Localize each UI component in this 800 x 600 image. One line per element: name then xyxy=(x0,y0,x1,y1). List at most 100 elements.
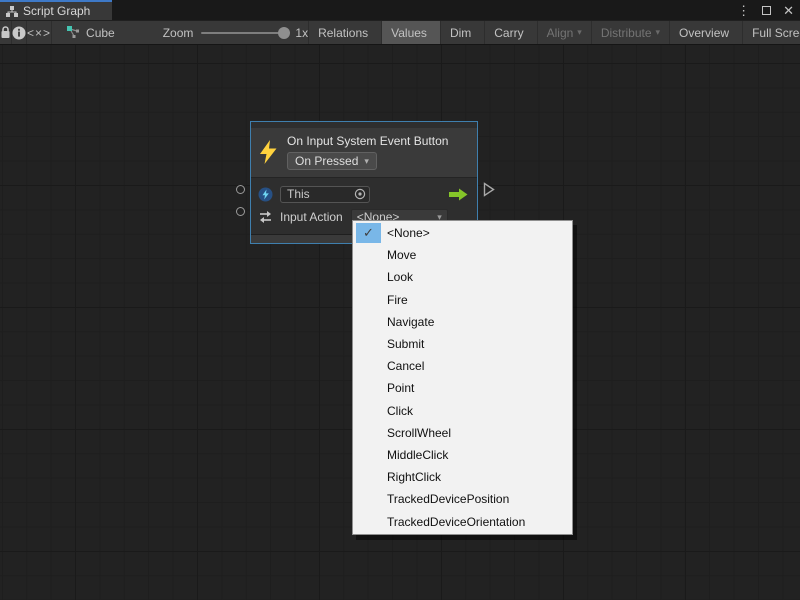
toolbar-button[interactable]: Overview xyxy=(669,21,742,44)
dropdown-item-label: Submit xyxy=(387,337,424,351)
toolbar-button-label: Relations xyxy=(318,26,368,40)
chevron-down-icon: ▾ xyxy=(364,156,369,167)
flow-arrow-icon xyxy=(449,188,468,201)
toolbar-buttons: Relations Values Dim Carry xyxy=(308,21,800,44)
dropdown-item-label: ScrollWheel xyxy=(387,426,451,440)
check-icon xyxy=(356,489,381,509)
dropdown-item-label: TrackedDeviceOrientation xyxy=(387,515,525,529)
toolbar-button[interactable]: Carry xyxy=(484,21,536,44)
check-icon xyxy=(356,312,381,332)
trigger-dropdown[interactable]: On Pressed ▾ xyxy=(287,152,377,170)
check-icon xyxy=(356,290,381,310)
code-icon: <×> xyxy=(27,26,51,40)
trigger-label: On Pressed xyxy=(295,154,358,168)
close-icon[interactable]: ✕ xyxy=(783,4,794,17)
event-bolt-icon xyxy=(259,139,278,165)
dropdown-item-label: Cancel xyxy=(387,359,424,373)
input-action-dropdown-menu: ✓ <None> Move Look Fire Navigate xyxy=(352,220,573,535)
dropdown-menu-item[interactable]: Submit xyxy=(353,333,572,355)
dropdown-item-label: Move xyxy=(387,248,416,262)
dropdown-menu-item[interactable]: ✓ <None> xyxy=(353,222,572,244)
check-icon xyxy=(356,378,381,398)
check-icon xyxy=(356,423,381,443)
dropdown-item-label: Click xyxy=(387,404,413,418)
toolbar-button[interactable]: Relations xyxy=(308,21,381,44)
toolbar-button-label: Distribute xyxy=(601,26,652,40)
dropdown-item-label: TrackedDevicePosition xyxy=(387,492,509,506)
kebab-menu-icon[interactable]: ⋮ xyxy=(737,4,750,17)
graph-toolbar: <×> Cube Zoom 1x Relat xyxy=(0,20,800,45)
node-title: On Input System Event Button xyxy=(287,134,448,148)
input-action-input-port[interactable] xyxy=(236,207,245,216)
zoom-label: Zoom xyxy=(163,26,194,40)
check-icon xyxy=(356,356,381,376)
info-icon xyxy=(12,26,26,40)
graph-breadcrumb[interactable]: Cube xyxy=(52,21,129,44)
toolbar-button[interactable]: Full Screen xyxy=(742,21,800,44)
dropdown-item-label: <None> xyxy=(387,226,430,240)
check-icon: ✓ xyxy=(356,223,381,243)
flow-output-slot xyxy=(449,188,468,201)
toolbar-button-label: Overview xyxy=(679,26,729,40)
check-icon xyxy=(356,512,381,532)
gameobject-bolt-icon xyxy=(258,187,273,202)
chevron-down-icon: ▾ xyxy=(656,27,661,38)
dropdown-item-label: Point xyxy=(387,381,414,395)
lock-button[interactable] xyxy=(0,21,12,44)
input-action-swap-icon xyxy=(258,210,273,224)
dropdown-item-label: MiddleClick xyxy=(387,448,448,462)
dropdown-menu-item[interactable]: TrackedDevicePosition xyxy=(353,488,572,510)
dropdown-item-label: Look xyxy=(387,270,413,284)
object-picker-icon[interactable] xyxy=(354,188,366,200)
info-button[interactable] xyxy=(12,21,27,44)
input-action-label: Input Action xyxy=(280,210,343,224)
check-icon xyxy=(356,245,381,265)
dropdown-menu-item[interactable]: Look xyxy=(353,266,572,288)
zoom-control: Zoom 1x xyxy=(129,21,308,44)
graph-hierarchy-icon xyxy=(6,6,18,17)
breadcrumb-label: Cube xyxy=(86,26,115,40)
check-icon xyxy=(356,467,381,487)
check-icon xyxy=(356,334,381,354)
dropdown-menu-item[interactable]: MiddleClick xyxy=(353,444,572,466)
dropdown-menu-item[interactable]: Move xyxy=(353,244,572,266)
dropdown-item-label: Fire xyxy=(387,293,408,307)
code-preview-button[interactable]: <×> xyxy=(27,21,52,44)
check-icon xyxy=(356,401,381,421)
dropdown-menu-item[interactable]: Point xyxy=(353,377,572,399)
dropdown-menu-item[interactable]: Click xyxy=(353,400,572,422)
toolbar-button[interactable]: Distribute ▾ xyxy=(591,21,669,44)
dropdown-menu-item[interactable]: Navigate xyxy=(353,311,572,333)
toolbar-button-label: Align xyxy=(547,26,574,40)
dropdown-menu-item[interactable]: Cancel xyxy=(353,355,572,377)
tab-bar: Script Graph ⋮ ✕ xyxy=(0,0,800,20)
this-input-port[interactable] xyxy=(236,185,245,194)
zoom-value: 1x xyxy=(295,26,308,40)
graph-icon xyxy=(66,26,80,39)
dropdown-menu-item[interactable]: TrackedDeviceOrientation xyxy=(353,510,572,532)
chevron-down-icon: ▾ xyxy=(577,27,582,38)
toolbar-button[interactable]: Values xyxy=(381,21,440,44)
flow-output-port[interactable] xyxy=(483,182,495,197)
check-icon xyxy=(356,445,381,465)
toolbar-button-label: Values xyxy=(391,26,427,40)
dropdown-menu-item[interactable]: Fire xyxy=(353,289,572,311)
toolbar-button[interactable]: Dim xyxy=(440,21,484,44)
dropdown-menu-item[interactable]: ScrollWheel xyxy=(353,422,572,444)
this-port-row: This xyxy=(258,184,471,204)
toolbar-button-label: Full Screen xyxy=(752,26,800,40)
toolbar-button-label: Dim xyxy=(450,26,471,40)
dropdown-menu-item[interactable]: RightClick xyxy=(353,466,572,488)
this-field-value: This xyxy=(287,187,310,201)
zoom-slider[interactable] xyxy=(201,32,287,34)
window-controls: ⋮ ✕ xyxy=(737,0,794,20)
dropdown-item-label: Navigate xyxy=(387,315,434,329)
script-graph-window: Script Graph ⋮ ✕ xyxy=(0,0,800,600)
zoom-slider-handle[interactable] xyxy=(278,27,290,39)
maximize-icon[interactable] xyxy=(762,6,771,15)
toolbar-button[interactable]: Align ▾ xyxy=(537,21,591,44)
this-object-field[interactable]: This xyxy=(280,186,370,203)
toolbar-button-label: Carry xyxy=(494,26,523,40)
tab-script-graph[interactable]: Script Graph xyxy=(0,0,112,20)
dropdown-item-label: RightClick xyxy=(387,470,441,484)
